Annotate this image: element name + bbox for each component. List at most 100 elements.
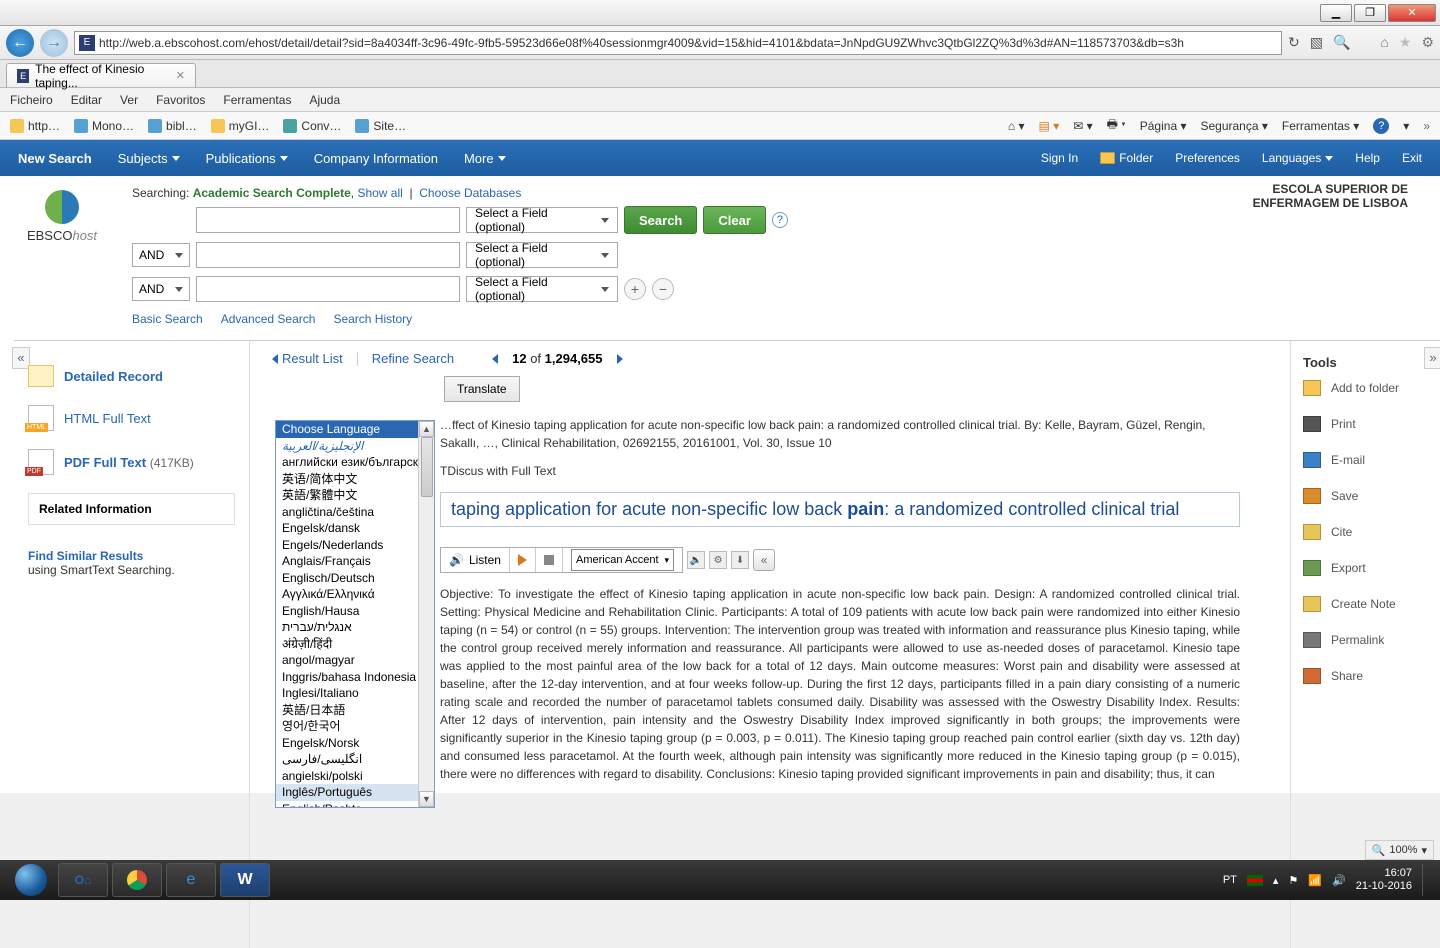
language-option[interactable]: אנגלית/עברית	[276, 619, 434, 636]
tray-flag2-icon[interactable]: ⚑	[1288, 874, 1298, 887]
home-icon[interactable]: ⌂	[1380, 34, 1388, 51]
zoom-caret-icon[interactable]: ▾	[1421, 844, 1427, 857]
language-option[interactable]: английски език/български	[276, 454, 434, 471]
search-input-1[interactable]	[196, 207, 460, 233]
zoom-icon[interactable]: 🔍	[1372, 844, 1386, 857]
search-button[interactable]: Search	[624, 206, 697, 234]
menu-edit[interactable]: Editar	[71, 93, 102, 107]
menu-favorites[interactable]: Favoritos	[156, 93, 205, 107]
nav-exit[interactable]: Exit	[1402, 151, 1422, 165]
related-info-box[interactable]: Related Information	[28, 493, 235, 525]
fav-link[interactable]: Site…	[355, 119, 406, 133]
scroll-up-button[interactable]: ▲	[419, 421, 434, 437]
language-option[interactable]: انگلیسی/فارسی	[276, 751, 434, 768]
download-audio-icon[interactable]: ⬇	[731, 551, 749, 569]
stop-button[interactable]	[536, 548, 563, 572]
nav-help[interactable]: Help	[1355, 151, 1380, 165]
nav-preferences[interactable]: Preferences	[1175, 151, 1240, 165]
tray-network-icon[interactable]: 📶	[1308, 874, 1322, 887]
security-menu[interactable]: Segurança ▾	[1200, 119, 1267, 133]
help-icon[interactable]: ?	[1373, 118, 1389, 134]
play-button[interactable]	[510, 548, 536, 572]
language-option[interactable]: Inglês/Português	[276, 784, 434, 801]
forward-button[interactable]: →	[40, 29, 68, 57]
tray-clock[interactable]: 16:07 21-10-2016	[1356, 867, 1412, 893]
window-restore-button[interactable]: ❐	[1354, 4, 1386, 22]
mail-icon[interactable]: ✉ ▾	[1073, 119, 1092, 133]
start-button[interactable]	[8, 862, 54, 898]
language-option[interactable]: 英语/简体中文	[276, 471, 434, 488]
language-option[interactable]: 英語/繁體中文	[276, 487, 434, 504]
translate-button[interactable]: Translate	[444, 376, 520, 402]
favorites-star-icon[interactable]: ★	[1399, 34, 1412, 51]
field-select-3[interactable]: Select a Field (optional)	[466, 276, 618, 302]
language-option[interactable]: Engelsk/dansk	[276, 520, 434, 537]
tool-share[interactable]: Share	[1303, 668, 1428, 684]
browser-tab[interactable]: E The effect of Kinesio taping... ✕	[6, 63, 196, 87]
accent-select[interactable]: American Accent▾	[563, 548, 682, 572]
field-select-2[interactable]: Select a Field (optional)	[466, 242, 618, 268]
clear-button[interactable]: Clear	[703, 206, 766, 234]
taskbar-chrome[interactable]	[112, 863, 162, 897]
menu-help[interactable]: Ajuda	[309, 93, 340, 107]
boolean-select-2[interactable]: AND	[132, 277, 190, 301]
language-option[interactable]: अंग्रेज़ी/हिंदी	[276, 636, 434, 653]
html-fulltext-link[interactable]: HTML HTML Full Text	[28, 405, 235, 431]
basic-search-link[interactable]: Basic Search	[132, 312, 203, 326]
prev-result-button[interactable]	[492, 354, 498, 364]
window-minimize-button[interactable]: ▁	[1320, 4, 1352, 22]
choose-db-link[interactable]: Choose Databases	[419, 186, 521, 200]
address-bar[interactable]: E http://web.a.ebscohost.com/ehost/detai…	[74, 31, 1282, 55]
language-option[interactable]: Inggris/bahasa Indonesia	[276, 669, 434, 686]
tool-add-folder[interactable]: Add to folder	[1303, 380, 1428, 396]
show-all-link[interactable]: Show all	[357, 186, 402, 200]
settings-icon[interactable]: ⚙	[709, 551, 727, 569]
tray-volume-icon[interactable]: 🔊	[1332, 874, 1346, 887]
window-close-button[interactable]: ✕	[1388, 4, 1436, 22]
tool-print[interactable]: Print	[1303, 416, 1428, 432]
menu-file[interactable]: Ficheiro	[10, 93, 53, 107]
feeds-icon[interactable]: ▤ ▾	[1039, 119, 1060, 133]
tray-chevron-icon[interactable]: ▴	[1273, 874, 1279, 887]
dropdown-scrollbar[interactable]: ▲ ▼	[418, 421, 434, 807]
tool-note[interactable]: Create Note	[1303, 596, 1428, 612]
search-input-2[interactable]	[196, 242, 460, 268]
help-icon[interactable]: ?	[772, 212, 788, 228]
language-option[interactable]: Engels/Nederlands	[276, 537, 434, 554]
nav-folder[interactable]: Folder	[1100, 151, 1153, 165]
fav-link[interactable]: http…	[10, 119, 60, 133]
fav-link[interactable]: bibl…	[148, 119, 197, 133]
fav-link[interactable]: Conv…	[283, 119, 341, 133]
nav-sign-in[interactable]: Sign In	[1041, 151, 1078, 165]
search-input-3[interactable]	[196, 276, 460, 302]
language-option[interactable]: angličtina/čeština	[276, 504, 434, 521]
show-desktop-button[interactable]	[1422, 864, 1432, 896]
taskbar-outlook[interactable]: O⌂	[58, 863, 108, 897]
language-option[interactable]: angol/magyar	[276, 652, 434, 669]
language-option[interactable]: Englisch/Deutsch	[276, 570, 434, 587]
volume-icon[interactable]: 🔈	[687, 551, 705, 569]
zoom-level[interactable]: 100%	[1389, 844, 1417, 856]
pdf-fulltext-link[interactable]: PDF PDF Full Text (417KB)	[28, 449, 235, 475]
next-result-button[interactable]	[617, 354, 623, 364]
refresh-icon[interactable]: ↻	[1288, 34, 1300, 51]
nav-publications[interactable]: Publications	[206, 151, 288, 166]
print-icon[interactable]: 🖶 ▾	[1107, 115, 1126, 136]
tool-cite[interactable]: Cite	[1303, 524, 1428, 540]
taskbar-word[interactable]: W	[220, 863, 270, 897]
listen-button[interactable]: 🔊Listen	[441, 548, 510, 572]
search-icon[interactable]: 🔍	[1333, 34, 1350, 51]
fav-link[interactable]: myGI…	[211, 119, 270, 133]
back-button[interactable]: ←	[6, 29, 34, 57]
tools-menu[interactable]: Ferramentas ▾	[1282, 119, 1359, 133]
language-option[interactable]: Choose Language	[276, 421, 434, 438]
tray-lang[interactable]: PT	[1223, 874, 1237, 886]
advanced-search-link[interactable]: Advanced Search	[221, 312, 316, 326]
scroll-thumb[interactable]	[421, 437, 433, 497]
language-option[interactable]: Αγγλικά/Ελληνικά	[276, 586, 434, 603]
language-dropdown[interactable]: Choose Languageالإنجليزية/العربيةанглийс…	[275, 420, 435, 808]
nav-subjects[interactable]: Subjects	[118, 151, 180, 166]
menu-view[interactable]: Ver	[120, 93, 138, 107]
language-option[interactable]: English/Hausa	[276, 603, 434, 620]
language-option[interactable]: English/Pashto	[276, 801, 434, 808]
